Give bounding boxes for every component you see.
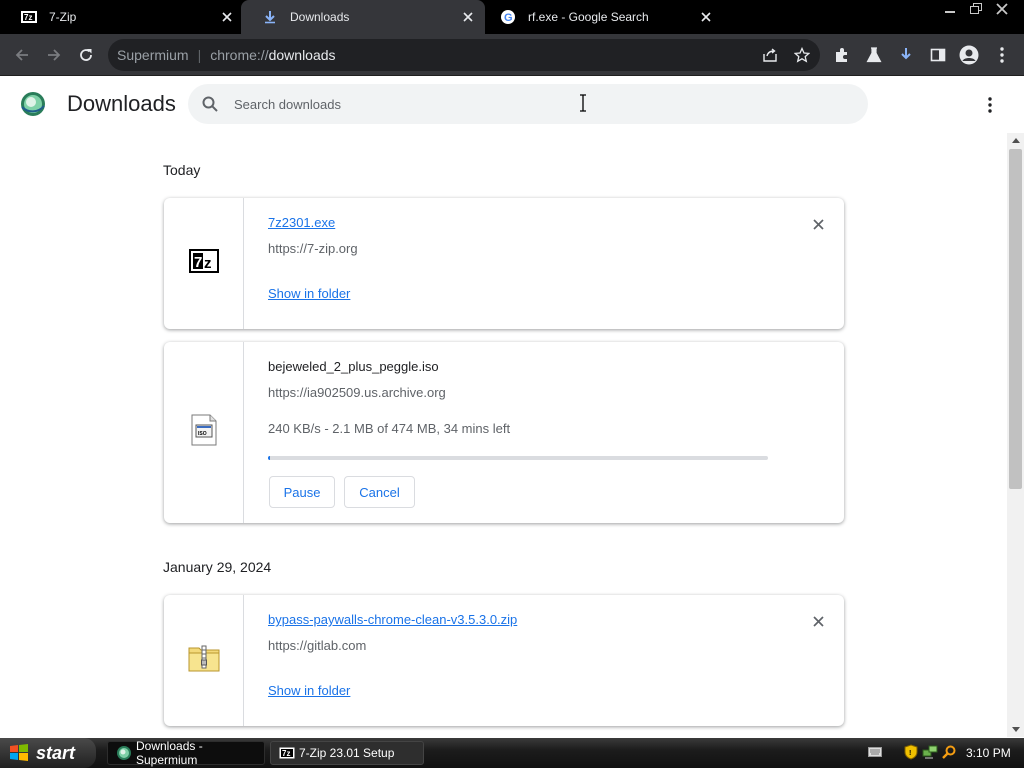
downloads-icon[interactable] [896, 45, 916, 65]
zip-folder-icon [188, 644, 220, 677]
search-downloads-field[interactable] [188, 84, 868, 124]
7zip-file-icon: 7z [188, 248, 220, 279]
tab-title: 7-Zip [49, 10, 77, 24]
side-panel-icon[interactable] [928, 45, 948, 65]
supermium-logo-icon [20, 91, 46, 117]
remove-item-icon[interactable] [810, 613, 826, 629]
file-name-link[interactable]: 7z2301.exe [268, 215, 335, 230]
date-header-today: Today [163, 162, 201, 178]
svg-text:7z: 7z [24, 13, 32, 22]
taskbar-item-label: Downloads - Supermium [136, 739, 203, 767]
remove-item-icon[interactable] [810, 216, 826, 232]
download-item: 7z 7z2301.exe https://7-zip.org Show in … [164, 198, 844, 329]
windows-flag-icon [8, 743, 30, 763]
google-icon: G [500, 9, 516, 25]
omnibox-site-label: Supermium [117, 47, 189, 63]
search-downloads-input[interactable] [234, 96, 834, 112]
tab-strip: 7z 7-Zip Downloads G rf.exe - Google Sea… [0, 0, 1024, 34]
scroll-up-arrow-icon[interactable] [1007, 133, 1024, 147]
omnibox-scheme: chrome:// [210, 47, 269, 63]
download-progress-bar [268, 456, 768, 460]
page-title: Downloads [67, 91, 176, 116]
network-icon[interactable] [922, 744, 938, 763]
keyboard-icon[interactable] [868, 746, 882, 761]
forward-icon[interactable] [44, 45, 64, 65]
share-icon[interactable] [760, 45, 780, 65]
taskbar: start Downloads - Supermium 7z 7-Zip 23.… [0, 738, 1024, 768]
omnibox-separator: | [197, 47, 202, 63]
system-tray: ! 3:10 PM [864, 738, 1024, 768]
file-source-url[interactable]: https://gitlab.com [268, 638, 366, 653]
show-in-folder-link[interactable]: Show in folder [268, 683, 350, 698]
svg-text:!: ! [909, 750, 911, 757]
menu-icon[interactable] [992, 45, 1012, 65]
tab-title: Downloads [290, 10, 350, 24]
scrollbar-thumb[interactable] [1009, 149, 1022, 489]
download-item-icon-area: ISO [164, 342, 244, 523]
search-icon [201, 95, 219, 113]
close-icon[interactable] [994, 1, 1010, 17]
omnibox-path: downloads [268, 47, 336, 63]
file-name-link[interactable]: bypass-paywalls-chrome-clean-v3.5.3.0.zi… [268, 612, 517, 627]
file-source-url[interactable]: https://ia902509.us.archive.org [268, 385, 446, 400]
minimize-icon[interactable] [942, 1, 958, 17]
supermium-icon [116, 745, 132, 761]
start-button[interactable]: start [0, 738, 96, 768]
svg-text:7: 7 [194, 254, 202, 271]
7zip-icon: 7z [21, 9, 37, 25]
tab-downloads[interactable]: Downloads [241, 0, 485, 34]
download-item-icon-area [164, 595, 244, 726]
clock: 3:10 PM [966, 746, 1011, 760]
pause-button[interactable]: Pause [269, 476, 335, 508]
download-icon [262, 9, 278, 25]
labs-flask-icon[interactable] [864, 45, 884, 65]
taskbar-item-7zip-setup[interactable]: 7z 7-Zip 23.01 Setup [270, 741, 424, 765]
security-shield-icon[interactable]: ! [904, 743, 918, 763]
tab-title: rf.exe - Google Search [528, 10, 649, 24]
show-in-folder-link[interactable]: Show in folder [268, 286, 350, 301]
date-header-jan-29-2024: January 29, 2024 [163, 559, 272, 575]
7zip-icon: 7z [279, 745, 295, 761]
tab-7zip[interactable]: 7z 7-Zip [0, 0, 244, 34]
svg-text:z: z [204, 255, 212, 272]
browser-toolbar: Supermium | chrome://downloads [0, 34, 1024, 76]
taskbar-item-label: 7-Zip 23.01 Setup [299, 746, 395, 760]
page-scrollbar[interactable] [1007, 133, 1024, 737]
svg-text:7z: 7z [282, 749, 290, 758]
downloads-header: Downloads [0, 77, 1024, 133]
restore-icon[interactable] [968, 1, 984, 17]
address-bar[interactable]: Supermium | chrome://downloads [108, 39, 820, 71]
back-icon[interactable] [12, 45, 32, 65]
start-label: start [36, 742, 76, 763]
file-name: bejeweled_2_plus_peggle.iso [268, 359, 439, 374]
disc-image-file-icon: ISO [191, 414, 217, 451]
progress-fill [268, 456, 271, 460]
svg-text:G: G [504, 12, 513, 24]
tab-google-search[interactable]: G rf.exe - Google Search [479, 0, 723, 34]
tab-close-icon[interactable] [698, 9, 714, 25]
window-controls [942, 0, 1010, 18]
download-item: bypass-paywalls-chrome-clean-v3.5.3.0.zi… [164, 595, 844, 726]
file-source-url[interactable]: https://7-zip.org [268, 241, 358, 256]
download-status-text: 240 KB/s - 2.1 MB of 474 MB, 34 mins lef… [268, 421, 511, 436]
search-tray-icon[interactable] [942, 745, 956, 762]
svg-text:ISO: ISO [198, 431, 207, 437]
profile-icon[interactable] [959, 45, 979, 65]
text-cursor-icon [578, 94, 588, 112]
tab-close-icon[interactable] [460, 9, 476, 25]
taskbar-item-downloads-supermium[interactable]: Downloads - Supermium [107, 739, 265, 767]
cancel-button[interactable]: Cancel [344, 476, 415, 508]
scroll-down-arrow-icon[interactable] [1007, 723, 1024, 737]
extensions-icon[interactable] [832, 45, 852, 65]
download-item: ISO bejeweled_2_plus_peggle.iso https://… [164, 342, 844, 523]
download-item-icon-area: 7z [164, 198, 244, 329]
reload-icon[interactable] [76, 45, 96, 65]
tab-close-icon[interactable] [219, 9, 235, 25]
more-actions-icon[interactable] [981, 94, 999, 116]
bookmark-star-icon[interactable] [792, 45, 812, 65]
